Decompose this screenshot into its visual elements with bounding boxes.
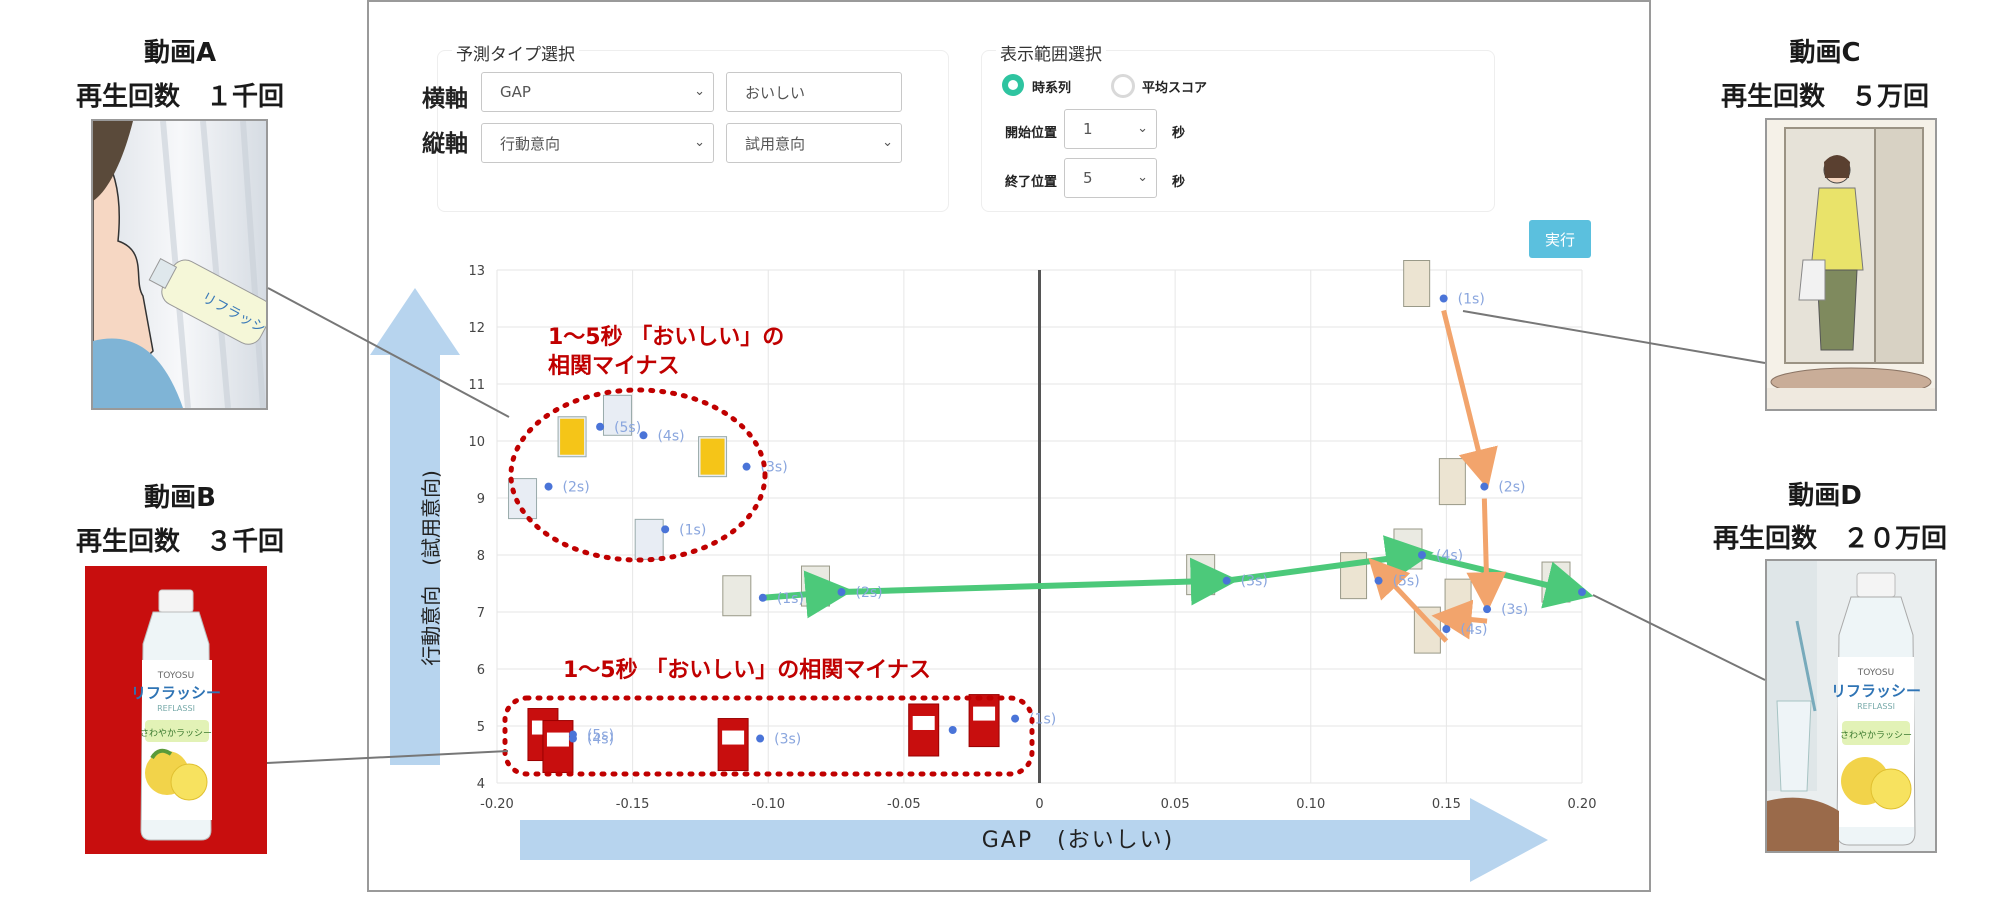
frame-thumbnail xyxy=(1393,528,1423,570)
data-point xyxy=(1442,625,1451,634)
data-point xyxy=(1011,714,1020,723)
x-tick-label: -0.10 xyxy=(751,797,785,812)
callout-line-video-b xyxy=(266,750,509,764)
data-point-label: (1s) xyxy=(1458,292,1485,308)
data-point-label: (5s) xyxy=(614,420,641,436)
callout-lines xyxy=(266,287,1766,764)
callout-line-video-a xyxy=(267,287,510,418)
x-axis-label: GAP (おいしい) xyxy=(982,828,1175,853)
data-point xyxy=(596,422,605,431)
data-point-label: (4s) xyxy=(1436,548,1463,564)
data-point xyxy=(837,588,846,597)
data-point-label: (4s) xyxy=(1460,622,1487,638)
y-tick-label: 7 xyxy=(477,606,485,621)
orange-trajectory-arrow xyxy=(1466,498,1507,613)
y-tick-label: 5 xyxy=(477,720,485,735)
data-point-label: (2s) xyxy=(563,480,590,496)
callout-line-video-d xyxy=(1592,594,1766,681)
data-point-label: (5s) xyxy=(1393,574,1420,590)
data-point-label: (3s) xyxy=(1501,602,1528,618)
data-point xyxy=(568,730,577,739)
frame-thumbnail-label-band xyxy=(912,715,935,730)
x-tick-label: 0.20 xyxy=(1568,797,1597,812)
data-point xyxy=(1480,482,1489,491)
data-point xyxy=(948,725,957,734)
frame-thumbnail-text-panel xyxy=(560,418,585,455)
data-point xyxy=(1483,605,1492,614)
y-tick-label: 4 xyxy=(477,777,485,792)
x-tick-label: 0 xyxy=(1035,797,1043,812)
x-tick-label: -0.05 xyxy=(887,797,921,812)
frame-thumbnail xyxy=(634,518,664,560)
frame-thumbnail-text-panel xyxy=(700,438,725,475)
data-point-label: (3s) xyxy=(1241,574,1268,590)
green-trajectory-arrow xyxy=(841,557,1239,606)
y-tick-label: 11 xyxy=(468,378,485,393)
x-tick-label: 0.05 xyxy=(1161,797,1190,812)
y-tick-label: 9 xyxy=(477,492,485,507)
axis-decorations xyxy=(370,288,1548,882)
y-tick-label: 10 xyxy=(468,435,485,450)
lower-annotation: 1〜5秒 「おいしい」の相関マイナス xyxy=(563,658,931,683)
data-point xyxy=(1417,551,1426,559)
data-point xyxy=(742,462,751,471)
data-point xyxy=(758,593,767,602)
data-point-label: (2s) xyxy=(1498,480,1525,496)
frame-thumbnail xyxy=(1403,260,1431,307)
frame-thumbnail xyxy=(800,565,830,607)
frame-thumbnail-label-band xyxy=(973,706,996,721)
data-point-label: (5s) xyxy=(587,728,614,744)
upper-annotation-line1: 1〜5秒 「おいしい」の xyxy=(548,325,785,350)
y-tick-label: 6 xyxy=(477,663,485,678)
data-point xyxy=(1439,294,1448,303)
frame-thumbnail-label-band xyxy=(722,730,745,745)
y-axis-label: 行動意向 (試用意向) xyxy=(419,470,443,666)
x-tick-label: 0.10 xyxy=(1296,797,1325,812)
scatter-chart: 4 5 6 7 8 9 10 11 12 13 -0.20 -0.15 -0.10 -0.05 0 0.05 0… xyxy=(266,260,1766,882)
y-tick-label: 12 xyxy=(468,321,485,336)
data-point-label: (1s) xyxy=(679,522,706,538)
data-point xyxy=(1222,576,1231,585)
frame-thumbnail xyxy=(1438,458,1466,506)
data-point-label: (4s) xyxy=(657,428,684,444)
y-tick-label: 8 xyxy=(477,549,485,564)
x-tick-label: -0.20 xyxy=(480,797,514,812)
frame-thumbnail xyxy=(1186,554,1216,596)
data-point xyxy=(756,734,765,743)
y-axis-big-arrow xyxy=(370,288,460,765)
x-tick-label: 0.15 xyxy=(1432,797,1461,812)
frame-thumbnail-label-band xyxy=(546,732,569,747)
x-tick-label: -0.15 xyxy=(616,797,650,812)
data-point-label: (2s) xyxy=(855,585,882,601)
data-point xyxy=(1578,588,1586,597)
orange-trajectory-arrow xyxy=(1441,309,1498,490)
callout-line-video-c xyxy=(1462,310,1766,364)
upper-annotation-line2: 相関マイナス xyxy=(548,354,680,379)
data-point xyxy=(544,482,553,491)
data-point xyxy=(1374,576,1383,585)
frame-thumbnail xyxy=(722,575,752,617)
data-point xyxy=(661,525,670,534)
data-point-label: (1s) xyxy=(777,591,804,607)
data-point-label: (3s) xyxy=(774,732,801,748)
y-tick-label: 13 xyxy=(468,264,485,279)
